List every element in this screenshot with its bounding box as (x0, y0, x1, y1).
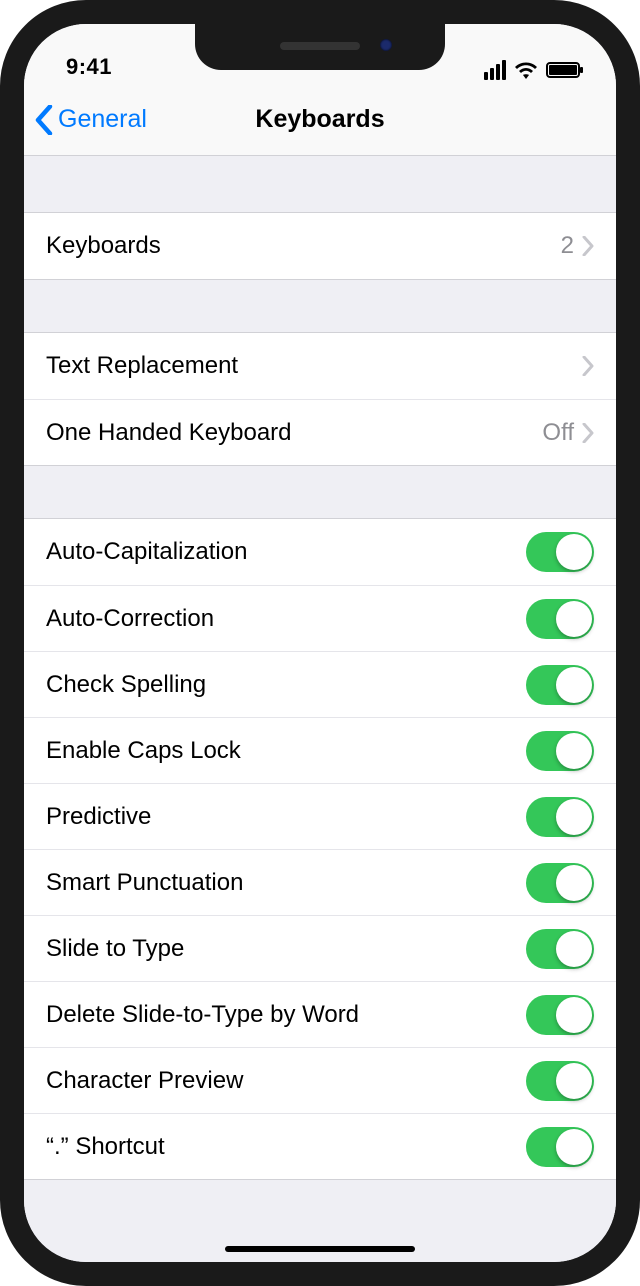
row-toggle: Check Spelling (24, 651, 616, 717)
toggle-switch[interactable] (526, 1127, 594, 1167)
back-label: General (58, 105, 147, 134)
toggle-label: Enable Caps Lock (46, 737, 526, 765)
toggle-switch[interactable] (526, 532, 594, 572)
toggle-switch[interactable] (526, 995, 594, 1035)
group-text-options: Text Replacement One Handed Keyboard Off (24, 332, 616, 466)
toggle-switch[interactable] (526, 1061, 594, 1101)
battery-icon (546, 62, 580, 78)
toggle-label: Auto-Capitalization (46, 538, 526, 566)
home-indicator[interactable] (225, 1246, 415, 1252)
toggle-label: Predictive (46, 803, 526, 831)
toggle-switch[interactable] (526, 797, 594, 837)
row-toggle: Slide to Type (24, 915, 616, 981)
row-value: Off (542, 419, 574, 447)
chevron-right-icon (582, 423, 594, 443)
row-label: Keyboards (46, 232, 561, 260)
group-keyboards: Keyboards 2 (24, 212, 616, 280)
section-spacer (24, 280, 616, 332)
toggle-switch[interactable] (526, 929, 594, 969)
toggle-switch[interactable] (526, 863, 594, 903)
page-title: Keyboards (255, 105, 384, 134)
cellular-icon (484, 60, 506, 80)
toggle-label: Delete Slide-to-Type by Word (46, 1001, 526, 1029)
back-button[interactable]: General (34, 84, 147, 155)
row-toggle: Auto-Capitalization (24, 519, 616, 585)
section-spacer (24, 466, 616, 518)
row-value: 2 (561, 232, 574, 260)
row-toggle: Enable Caps Lock (24, 717, 616, 783)
row-label: One Handed Keyboard (46, 419, 542, 447)
chevron-right-icon (582, 236, 594, 256)
status-icons (484, 60, 580, 80)
row-toggle: Auto-Correction (24, 585, 616, 651)
row-label: Text Replacement (46, 352, 582, 380)
row-toggle: “.” Shortcut (24, 1113, 616, 1179)
row-toggle: Character Preview (24, 1047, 616, 1113)
row-toggle: Delete Slide-to-Type by Word (24, 981, 616, 1047)
toggle-label: Smart Punctuation (46, 869, 526, 897)
row-keyboards[interactable]: Keyboards 2 (24, 213, 616, 279)
wifi-icon (514, 60, 538, 80)
row-toggle: Smart Punctuation (24, 849, 616, 915)
toggle-label: Auto-Correction (46, 605, 526, 633)
chevron-right-icon (582, 356, 594, 376)
toggle-label: Character Preview (46, 1067, 526, 1095)
toggle-switch[interactable] (526, 599, 594, 639)
screen: 9:41 General Keyboards Keyboards (24, 24, 616, 1262)
nav-bar: General Keyboards (24, 84, 616, 156)
notch (195, 24, 445, 70)
section-spacer (24, 156, 616, 212)
toggle-switch[interactable] (526, 731, 594, 771)
toggle-label: Slide to Type (46, 935, 526, 963)
toggle-label: Check Spelling (46, 671, 526, 699)
phone-frame: 9:41 General Keyboards Keyboards (0, 0, 640, 1286)
status-time: 9:41 (66, 54, 112, 80)
settings-content[interactable]: Keyboards 2 Text Replacement One Handed … (24, 156, 616, 1262)
group-toggles: Auto-Capitalization Auto-Correction Check … (24, 518, 616, 1180)
toggle-label: “.” Shortcut (46, 1133, 526, 1161)
toggle-switch[interactable] (526, 665, 594, 705)
row-toggle: Predictive (24, 783, 616, 849)
row-text-replacement[interactable]: Text Replacement (24, 333, 616, 399)
row-one-handed-keyboard[interactable]: One Handed Keyboard Off (24, 399, 616, 465)
